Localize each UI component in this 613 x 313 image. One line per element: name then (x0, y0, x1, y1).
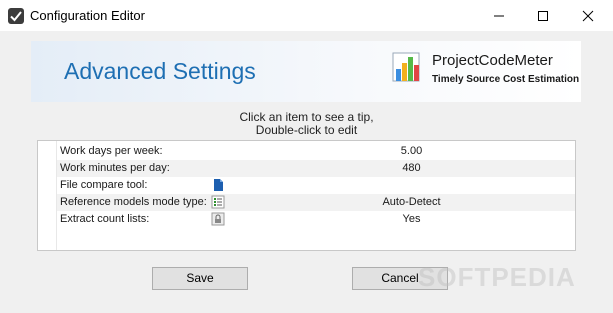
setting-label: Reference models mode type: (60, 196, 207, 208)
watermark: SOFTPEDIA (418, 262, 576, 292)
setting-label: Extract count lists: (60, 213, 150, 225)
close-icon (582, 10, 594, 22)
setting-label: Work days per week: (60, 145, 163, 157)
setting-value[interactable]: Auto-Detect (299, 196, 524, 208)
setting-row-work-days[interactable]: Work days per week: 5.00 (57, 143, 575, 160)
setting-label: Work minutes per day: (60, 162, 170, 174)
maximize-icon (538, 11, 548, 21)
tip-line-2: Double-click to edit (255, 123, 358, 137)
setting-value[interactable]: Yes (299, 213, 524, 225)
grid-gutter (38, 141, 57, 250)
setting-row-file-compare[interactable]: File compare tool: (57, 177, 575, 194)
lock-icon[interactable] (211, 212, 225, 226)
checkmark-icon (8, 8, 24, 24)
close-button[interactable] (565, 0, 611, 31)
setting-row-work-minutes[interactable]: Work minutes per day: 480 (57, 160, 575, 177)
maximize-button[interactable] (520, 0, 566, 31)
brand-tagline: Timely Source Cost Estimation (432, 74, 580, 85)
setting-value[interactable]: 480 (299, 162, 524, 174)
minimize-icon (494, 15, 504, 17)
page-title: Advanced Settings (64, 58, 256, 84)
minimize-button[interactable] (476, 0, 522, 31)
settings-grid: Work days per week: 5.00 Work minutes pe… (37, 140, 576, 251)
document-icon[interactable] (211, 178, 225, 192)
title-bar: Configuration Editor (0, 0, 613, 31)
setting-row-extract-count[interactable]: Extract count lists: Yes (57, 211, 575, 228)
tip-line-1: Click an item to see a tip, (239, 110, 374, 124)
setting-value[interactable]: 5.00 (299, 145, 524, 157)
header-banner: Advanced Settings ProjectCodeMeter Timel… (31, 41, 581, 102)
save-button[interactable]: Save (152, 267, 248, 290)
setting-label: File compare tool: (60, 179, 148, 191)
brand-name: ProjectCodeMeter (432, 52, 553, 69)
bar-chart-logo-icon (392, 52, 420, 82)
setting-row-reference-models[interactable]: Reference models mode type: Auto-Detect (57, 194, 575, 211)
window-title: Configuration Editor (30, 8, 145, 23)
list-icon[interactable] (211, 195, 225, 209)
